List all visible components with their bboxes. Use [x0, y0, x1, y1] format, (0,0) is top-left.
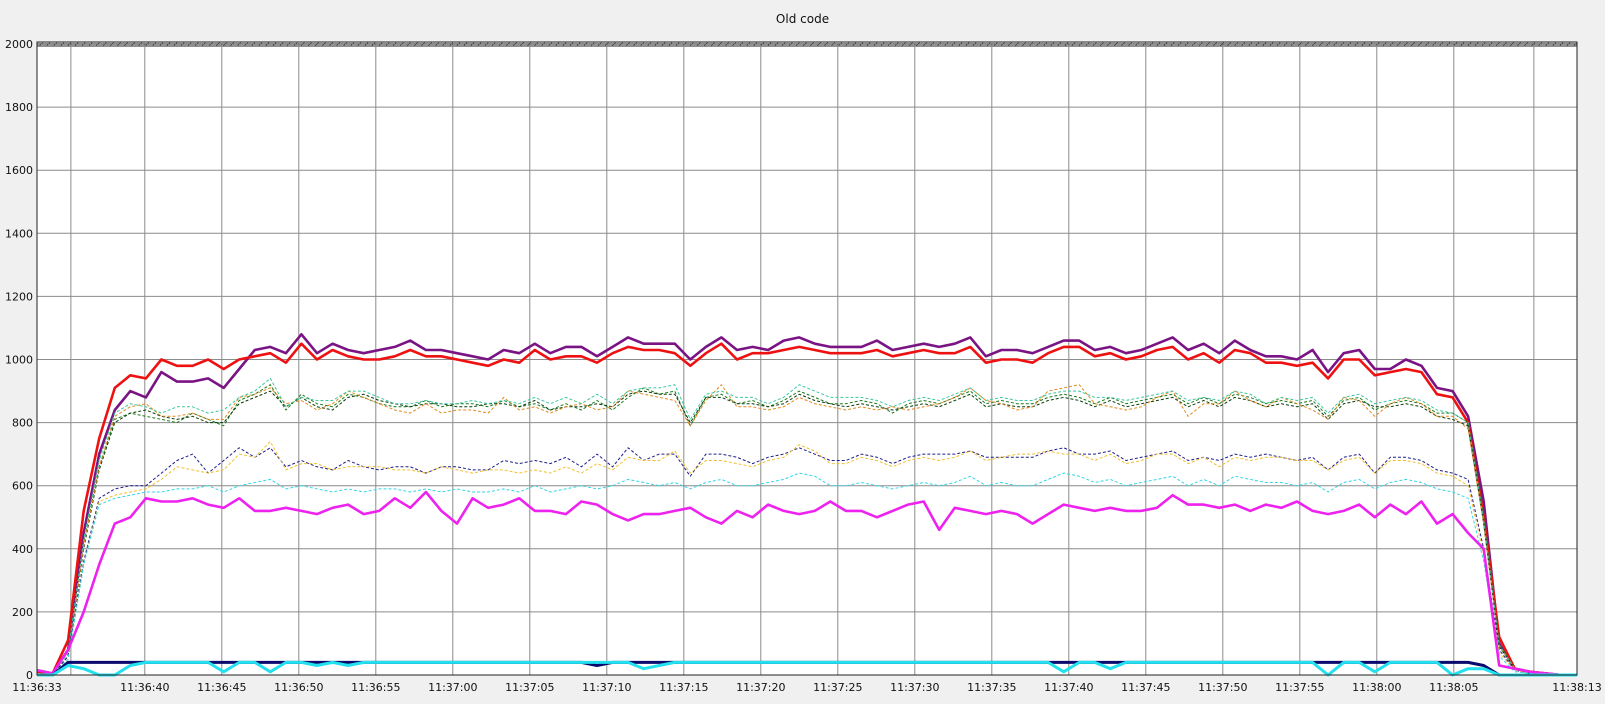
x-axis: 11:36:33 11:36:40 11:36:45 11:36:50 11:36:55…: [12, 681, 1601, 694]
y-tick-label: 600: [12, 480, 33, 493]
x-tick-label: 11:37:45: [1121, 681, 1170, 694]
x-tick-label: 11:37:25: [813, 681, 862, 694]
x-tick-label: 11:38:05: [1429, 681, 1478, 694]
y-tick-label: 200: [12, 606, 33, 619]
x-tick-label: 11:36:45: [197, 681, 246, 694]
chart: Old code 0 200 400 600 800 1000 1200 1400 1600 18…: [0, 0, 1605, 704]
y-axis: 0200400600800100012001400160018002000: [5, 38, 33, 682]
y-tick-label: 400: [12, 543, 33, 556]
x-tick-label: 11:37:15: [659, 681, 708, 694]
y-tick-label: 2000: [5, 38, 33, 51]
y-tick-label: 800: [12, 417, 33, 430]
x-tick-label: 11:38:13: [1552, 681, 1601, 694]
x-tick-label: 11:36:40: [120, 681, 169, 694]
x-tick-label: 11:37:55: [1275, 681, 1324, 694]
x-tick-label: 11:37:35: [967, 681, 1016, 694]
x-tick-label: 11:38:00: [1352, 681, 1401, 694]
y-tick-label: 1600: [5, 164, 33, 177]
x-tick-label: 11:37:00: [428, 681, 477, 694]
x-tick-label: 11:36:50: [274, 681, 323, 694]
y-tick-label: 1400: [5, 227, 33, 240]
x-tick-label: 11:37:05: [505, 681, 554, 694]
x-tick-label: 11:36:55: [351, 681, 400, 694]
x-tick-label: 11:36:33: [12, 681, 61, 694]
y-tick-label: 1000: [5, 354, 33, 367]
chart-svg: 0200400600800100012001400160018002000 11…: [5, 38, 1602, 694]
x-tick-label: 11:37:40: [1044, 681, 1093, 694]
x-tick-label: 11:37:50: [1198, 681, 1247, 694]
x-tick-label: 11:37:10: [582, 681, 631, 694]
x-tick-label: 11:37:20: [736, 681, 785, 694]
y-tick-label: 1800: [5, 101, 33, 114]
y-tick-label: 1200: [5, 290, 33, 303]
x-tick-label: 11:37:30: [890, 681, 939, 694]
